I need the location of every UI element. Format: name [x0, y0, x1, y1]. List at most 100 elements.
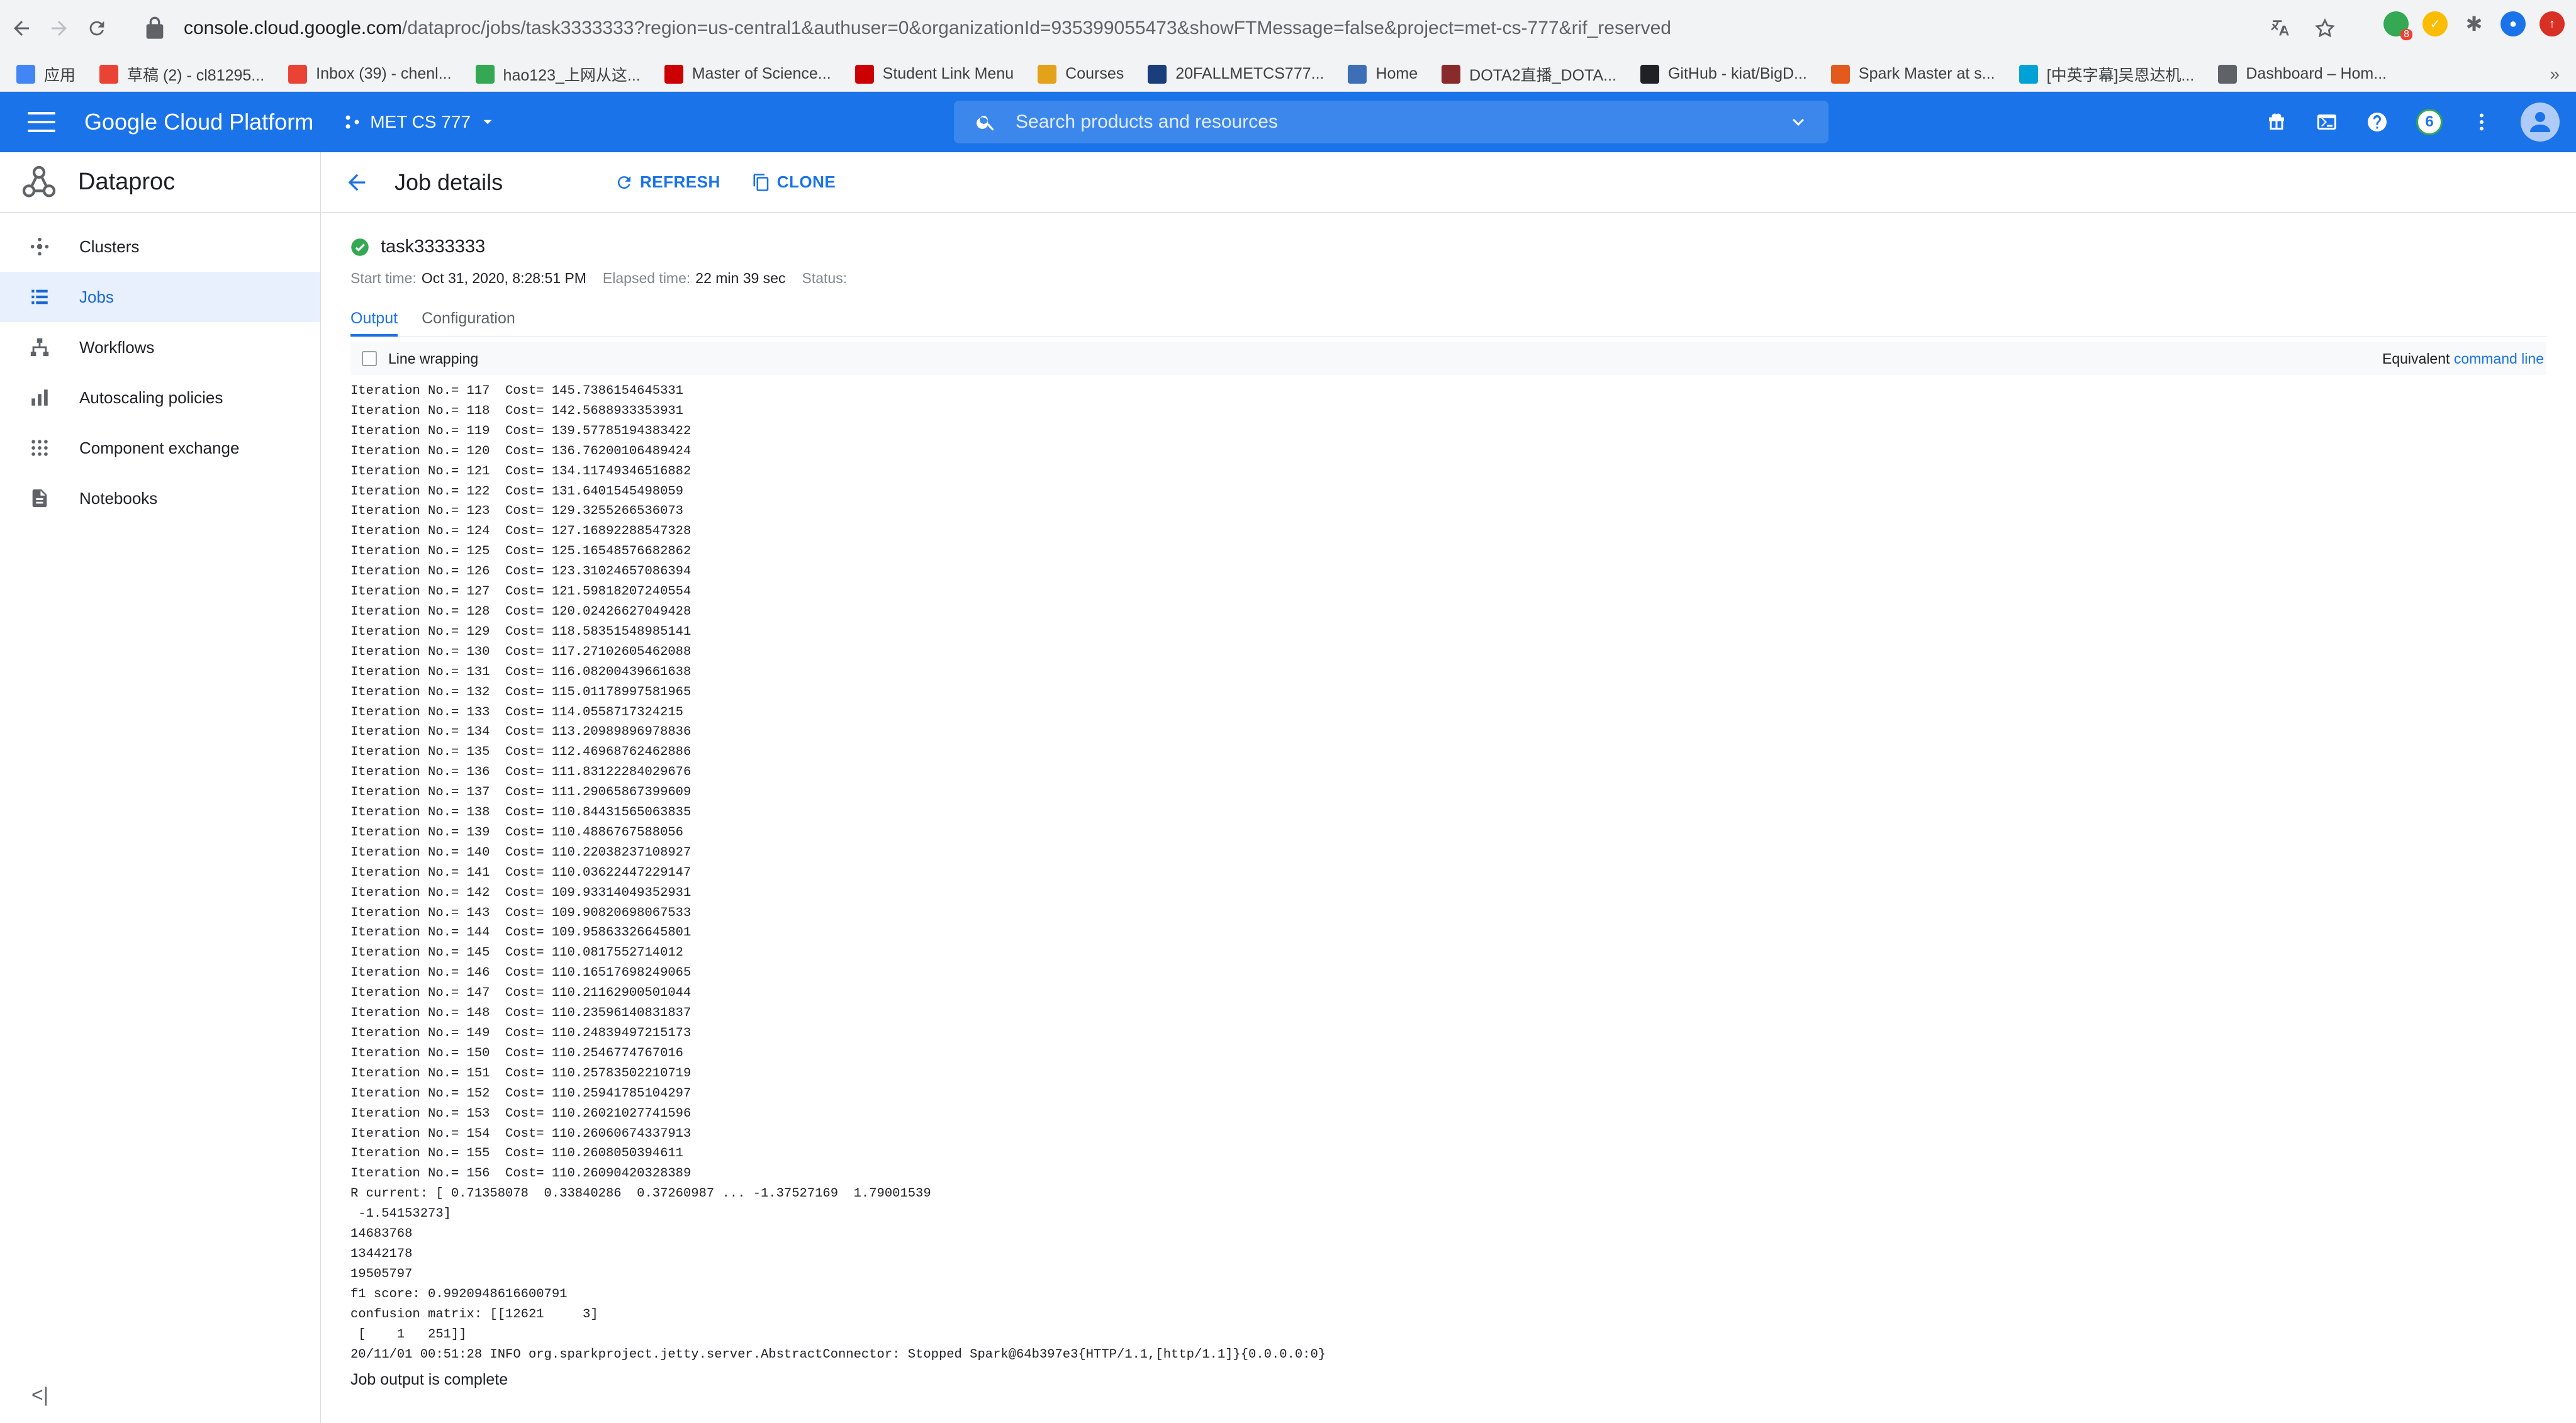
bookmark-item[interactable]: Home	[1348, 64, 1418, 84]
tab-output[interactable]: Output	[350, 310, 398, 337]
bookmark-item[interactable]: 20FALLMETCS777...	[1148, 64, 1324, 84]
bookmark-item[interactable]: Master of Science...	[664, 64, 831, 84]
line-wrapping-label: Line wrapping	[388, 350, 479, 367]
equivalent-command-line: Equivalent command line	[2382, 350, 2544, 367]
log-line: -1.54153273]	[350, 1207, 451, 1222]
reload-icon[interactable]	[81, 12, 113, 45]
refresh-label: REFRESH	[640, 172, 720, 191]
avatar[interactable]	[2521, 103, 2560, 142]
refresh-button[interactable]: REFRESH	[615, 172, 720, 192]
address-bar[interactable]: console.cloud.google.com/dataproc/jobs/t…	[133, 8, 2348, 49]
log-line: Iteration No.= 145 Cost= 110.08175527140…	[350, 946, 683, 961]
bookmark-item[interactable]: Inbox (39) - chenl...	[288, 64, 452, 84]
log-line: Iteration No.= 130 Cost= 117.27102605462…	[350, 644, 692, 659]
update-icon[interactable]: ↑	[2540, 11, 2565, 36]
log-line: Iteration No.= 147 Cost= 110.21162900501…	[350, 986, 692, 1001]
bookmark-item[interactable]: DOTA2直播_DOTA...	[1442, 63, 1616, 86]
project-selector[interactable]: MET CS 777	[344, 112, 496, 132]
sidebar-item-label: Workflows	[79, 337, 155, 357]
sidebar-item-label: Jobs	[79, 287, 114, 306]
collapse-sidebar-icon[interactable]: <|	[31, 1383, 48, 1407]
log-line: 14683768	[350, 1227, 413, 1242]
sidebar-item-clusters[interactable]: Clusters	[0, 221, 320, 272]
profile-icon[interactable]: ●	[2500, 11, 2526, 36]
help-icon[interactable]	[2366, 111, 2388, 133]
bookmark-favicon-icon	[475, 64, 495, 84]
bookmark-favicon-icon	[1038, 64, 1057, 84]
url-text[interactable]: console.cloud.google.com/dataproc/jobs/t…	[184, 18, 2270, 39]
back-arrow-icon[interactable]	[5, 12, 38, 45]
browser-toolbar: console.cloud.google.com/dataproc/jobs/t…	[0, 0, 2576, 57]
search-bar[interactable]	[954, 101, 1828, 143]
bookmark-favicon-icon	[664, 64, 683, 84]
cloud-shell-icon[interactable]	[2316, 111, 2338, 133]
log-line: Iteration No.= 136 Cost= 111.83122284029…	[350, 765, 692, 780]
sidebar-item-autoscaling-policies[interactable]: Autoscaling policies	[0, 372, 320, 423]
bookmark-item[interactable]: Spark Master at s...	[1830, 64, 1995, 84]
bookmarks-overflow-icon[interactable]: »	[2550, 64, 2560, 84]
bookmark-label: DOTA2直播_DOTA...	[1469, 66, 1616, 84]
menu-icon[interactable]	[28, 112, 55, 132]
brand-title[interactable]: Google Cloud Platform	[84, 109, 313, 135]
notifications-badge[interactable]: 6	[2416, 109, 2443, 135]
bookmark-item[interactable]: [中英字幕]吴恩达机...	[2019, 63, 2194, 86]
log-line: Iteration No.= 141 Cost= 110.03622447229…	[350, 865, 692, 880]
tab-configuration[interactable]: Configuration	[422, 310, 515, 337]
log-line: Iteration No.= 142 Cost= 109.93314049352…	[350, 885, 692, 900]
command-line-link[interactable]: command line	[2454, 350, 2544, 367]
log-line: Iteration No.= 122 Cost= 131.64015454980…	[350, 484, 683, 499]
bookmark-favicon-icon	[1640, 64, 1659, 84]
bookmark-label: Spark Master at s...	[1858, 65, 1995, 82]
output-options: Line wrapping Equivalent command line	[350, 342, 2546, 375]
sidebar-item-workflows[interactable]: Workflows	[0, 322, 320, 372]
search-input[interactable]	[1016, 111, 1787, 133]
log-line: Iteration No.= 135 Cost= 112.46968762462…	[350, 745, 692, 760]
bookmark-item[interactable]: Courses	[1038, 64, 1124, 84]
bookmark-label: hao123_上网从这...	[503, 66, 641, 84]
forward-arrow-icon[interactable]	[43, 12, 76, 45]
checkmark-extension-icon[interactable]: ✓	[2422, 11, 2448, 36]
bookmark-favicon-icon	[16, 64, 35, 84]
log-line: Iteration No.= 149 Cost= 110.24839497215…	[350, 1026, 692, 1041]
bookmark-favicon-icon	[1348, 64, 1367, 84]
bookmark-star-icon[interactable]	[2314, 18, 2336, 39]
bookmark-favicon-icon	[2218, 64, 2237, 84]
notebooks-icon	[32, 489, 47, 508]
chevron-down-icon[interactable]	[1787, 111, 1810, 133]
log-line: Iteration No.= 121 Cost= 134.11749346516…	[350, 464, 692, 479]
equivalent-label: Equivalent	[2382, 350, 2450, 367]
sidebar-item-component-exchange[interactable]: Component exchange	[0, 423, 320, 473]
bookmark-favicon-icon	[288, 64, 308, 84]
sidebar-item-notebooks[interactable]: Notebooks	[0, 473, 320, 523]
log-line: Iteration No.= 144 Cost= 109.95863326645…	[350, 925, 692, 940]
sidebar-item-jobs[interactable]: Jobs	[0, 272, 320, 322]
back-arrow-icon[interactable]	[344, 170, 369, 195]
main-content: Job details REFRESH CLONE task3333333 St…	[322, 152, 2576, 1423]
more-vert-icon[interactable]	[2470, 111, 2493, 133]
extension-badge-icon[interactable]: 8	[2383, 11, 2412, 40]
bookmarks-bar: 应用 草稿 (2) - cl81295... Inbox (39) - chenl.…	[0, 57, 2576, 92]
bookmark-item[interactable]: Student Link Menu	[854, 64, 1014, 84]
log-line: f1 score: 0.9920948616600791	[350, 1286, 568, 1302]
log-line: Iteration No.= 131 Cost= 116.08200439661…	[350, 664, 692, 679]
bookmark-item[interactable]: GitHub - kiat/BigD...	[1640, 64, 1807, 84]
bookmark-item[interactable]: 草稿 (2) - cl81295...	[99, 63, 264, 86]
clone-button[interactable]: CLONE	[752, 172, 836, 192]
bookmark-item[interactable]: Dashboard – Hom...	[2218, 64, 2387, 84]
gift-icon[interactable]	[2265, 111, 2288, 133]
job-name: task3333333	[381, 237, 486, 257]
bookmark-favicon-icon	[99, 64, 119, 84]
clusters-icon	[30, 237, 49, 256]
log-line: Iteration No.= 129 Cost= 118.58351548985…	[350, 624, 692, 639]
sidebar-item-label: Component exchange	[79, 438, 240, 457]
bookmark-item[interactable]: 应用	[16, 63, 76, 86]
sidebar-item-label: Notebooks	[79, 488, 158, 508]
translate-icon[interactable]	[2270, 18, 2292, 39]
bookmark-label: GitHub - kiat/BigD...	[1667, 65, 1807, 82]
puzzle-extensions-icon[interactable]: ✱	[2461, 11, 2487, 36]
log-line: Iteration No.= 133 Cost= 114.05587173242…	[350, 705, 683, 720]
log-line: [ 1 251]]	[350, 1327, 467, 1342]
bookmark-item[interactable]: hao123_上网从这...	[475, 63, 641, 86]
copy-icon	[753, 173, 768, 191]
line-wrapping-checkbox[interactable]	[362, 351, 377, 366]
